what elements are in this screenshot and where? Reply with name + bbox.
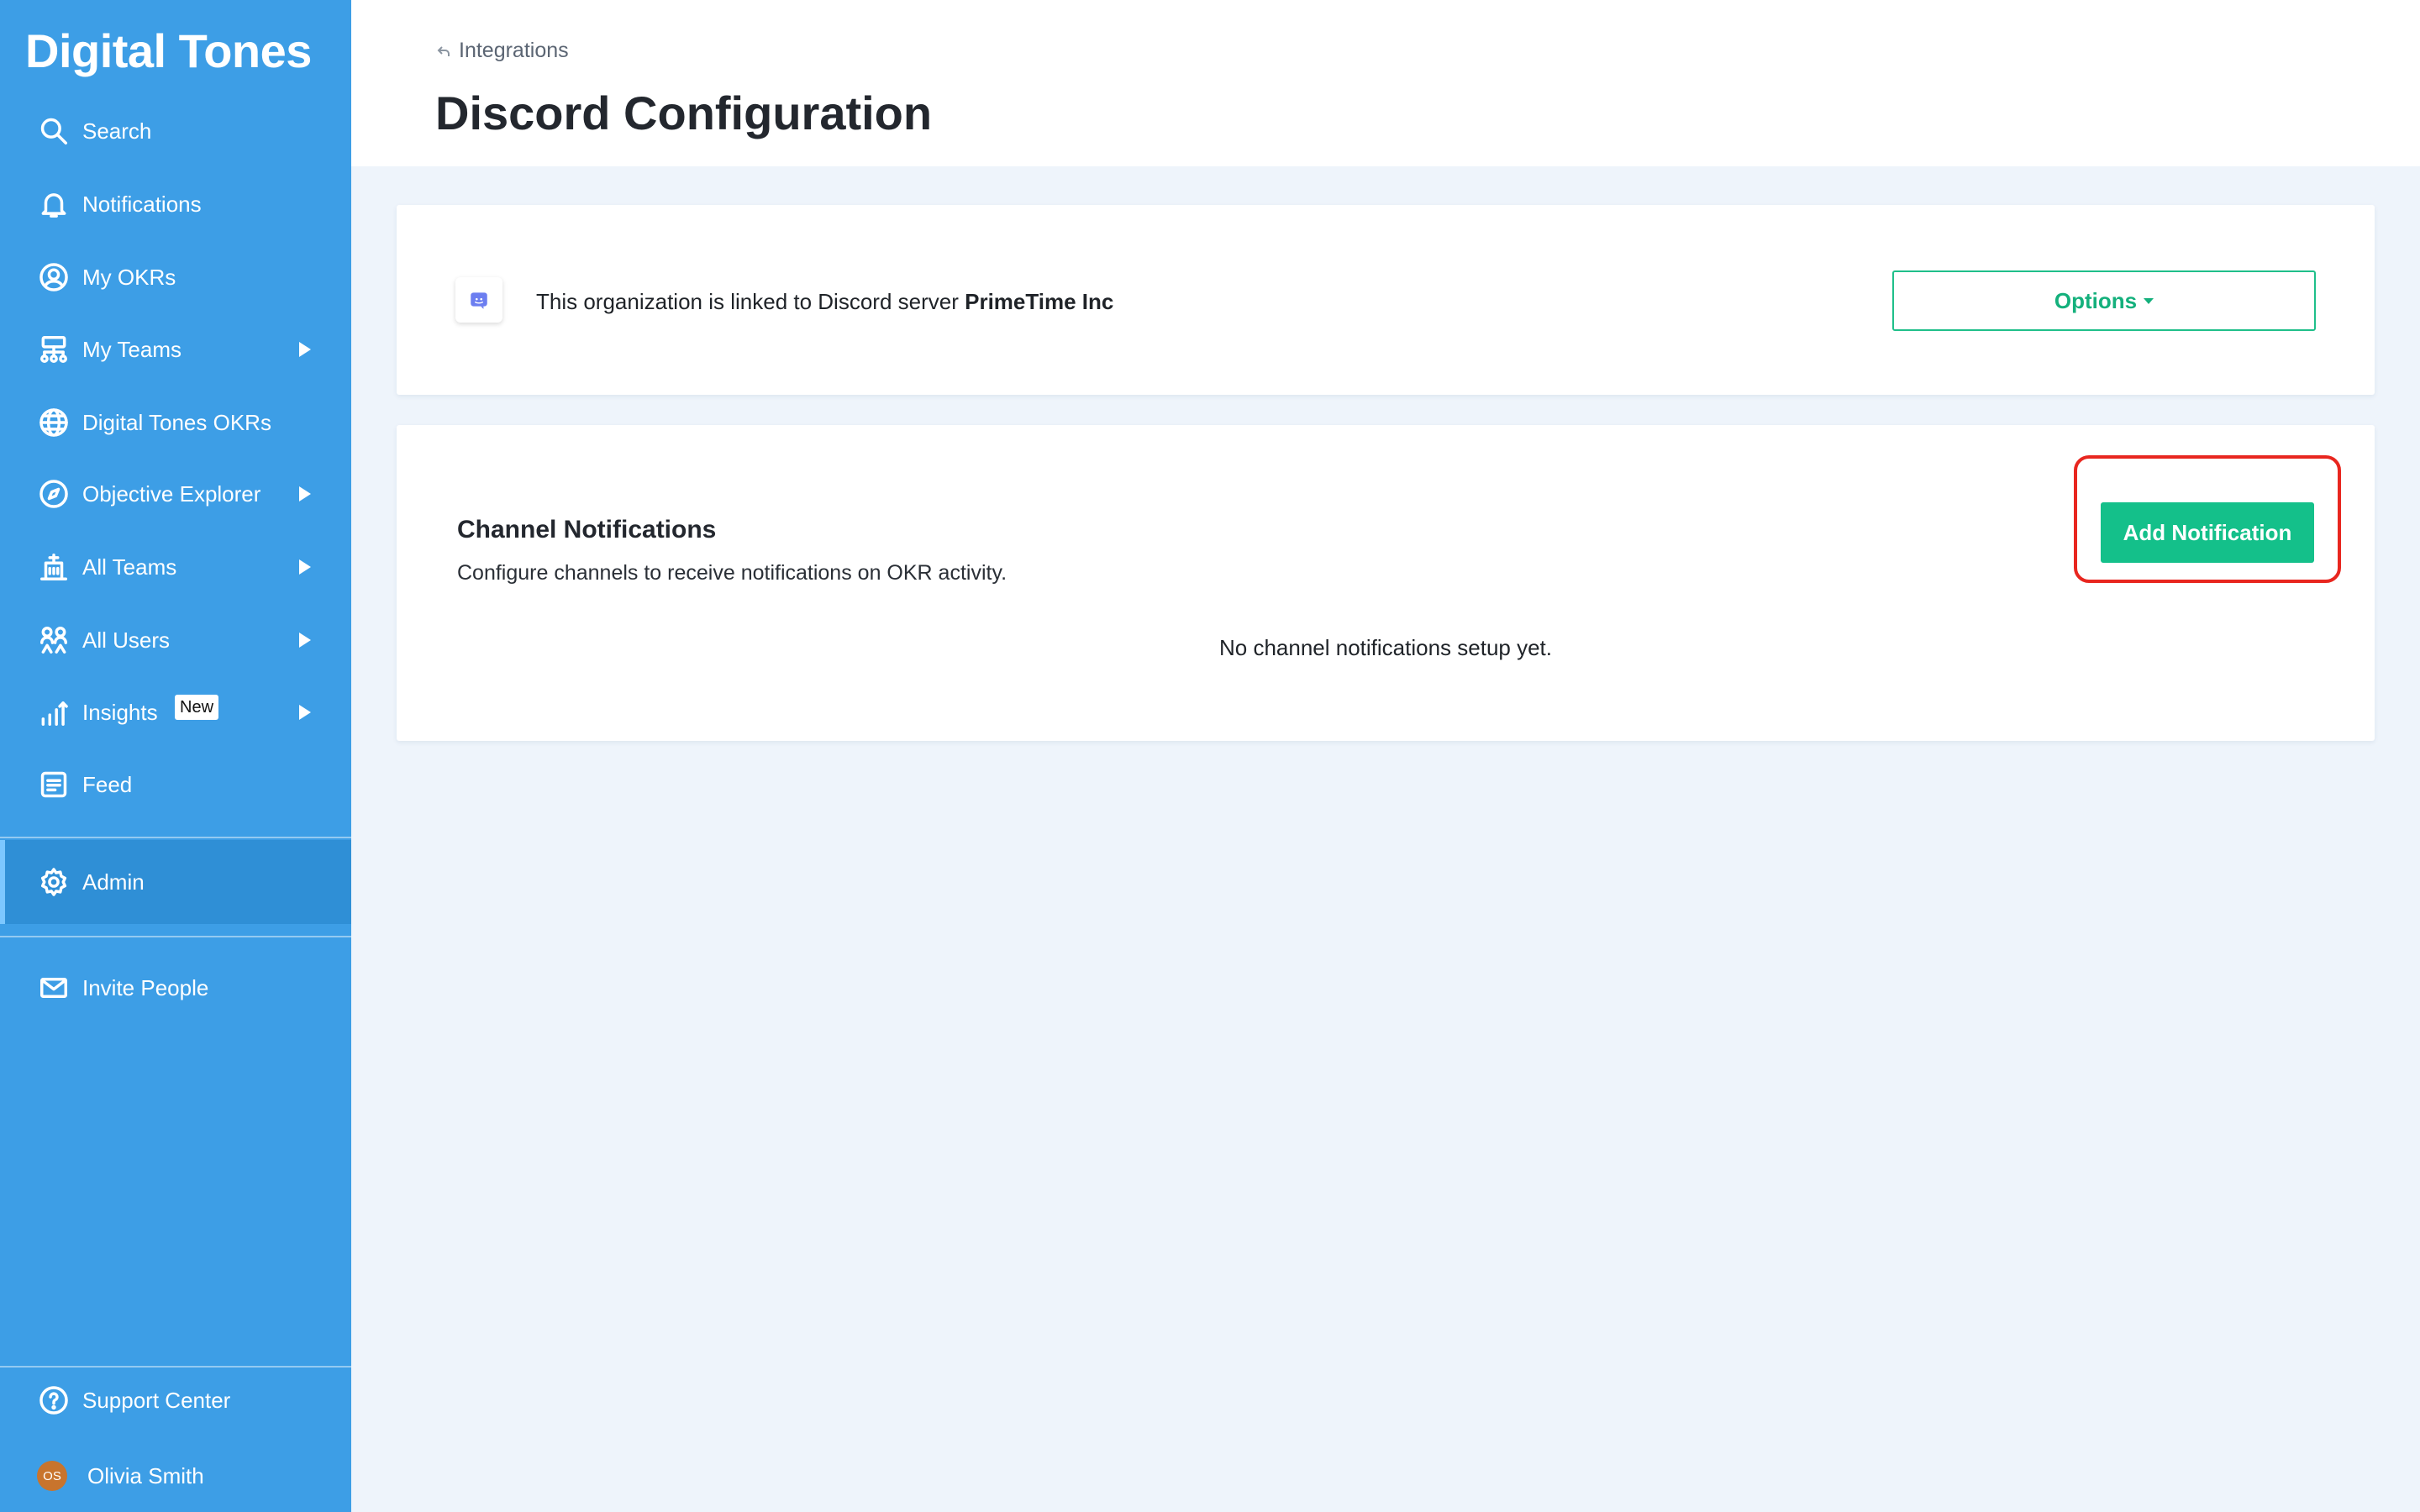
chevron-right-icon[interactable] [299, 633, 311, 648]
sidebar-item-label: My Teams [82, 336, 182, 362]
sidebar-item-search[interactable]: Search [0, 102, 351, 160]
sidebar-item-feed[interactable]: Feed [0, 755, 351, 814]
compass-icon [37, 477, 71, 511]
sidebar-item-label: Insights [82, 699, 158, 725]
page-header: Integrations Discord Configuration [351, 0, 2420, 166]
chevron-right-icon[interactable] [299, 705, 311, 720]
sidebar-item-label: Admin [82, 869, 145, 895]
page-title: Discord Configuration [435, 87, 933, 139]
sidebar-item-label: Objective Explorer [82, 480, 261, 507]
sidebar-item-admin[interactable]: Admin [0, 840, 351, 924]
sidebar: Digital Tones Search Notifications My OK… [0, 0, 351, 1512]
user-circle-icon [37, 260, 71, 294]
options-label: Options [2054, 287, 2138, 313]
sidebar-item-insights[interactable]: Insights New [0, 683, 351, 742]
options-dropdown-button[interactable]: Options [1892, 270, 2316, 331]
sidebar-divider [0, 837, 351, 838]
sidebar-item-label: Digital Tones OKRs [82, 409, 271, 435]
bell-icon [37, 187, 71, 221]
chevron-right-icon[interactable] [299, 559, 311, 575]
discord-server-name: PrimeTime Inc [965, 289, 1114, 314]
sidebar-item-all-users[interactable]: All Users [0, 611, 351, 669]
add-notification-button[interactable]: Add Notification [2101, 502, 2314, 563]
chevron-right-icon[interactable] [299, 486, 311, 501]
section-title: Channel Notifications [457, 516, 717, 543]
section-description: Configure channels to receive notificati… [457, 561, 1007, 585]
empty-state-message: No channel notifications setup yet. [1218, 635, 1553, 660]
globe-icon [37, 406, 71, 439]
sidebar-item-label: Feed [82, 771, 133, 797]
link-status-prefix: This organization is linked to Discord s… [536, 289, 965, 314]
building-icon [37, 550, 71, 584]
sidebar-item-company-okrs[interactable]: Digital Tones OKRs [0, 393, 351, 452]
feed-icon [37, 768, 71, 801]
sidebar-item-invite-people[interactable]: Invite People [0, 958, 351, 1017]
new-badge: New [175, 695, 219, 720]
sidebar-item-my-teams[interactable]: My Teams [0, 320, 351, 379]
sidebar-item-user-profile[interactable]: OS Olivia Smith [0, 1446, 351, 1505]
gear-icon [37, 865, 71, 899]
sidebar-item-all-teams[interactable]: All Teams [0, 538, 351, 596]
sidebar-item-label: Notifications [82, 191, 202, 217]
sidebar-divider [0, 936, 351, 937]
sidebar-item-notifications[interactable]: Notifications [0, 175, 351, 234]
sidebar-item-label: All Users [82, 627, 171, 653]
discord-link-card: This organization is linked to Discord s… [397, 205, 2375, 395]
sidebar-item-my-okrs[interactable]: My OKRs [0, 248, 351, 307]
sidebar-item-label: All Teams [82, 554, 177, 580]
breadcrumb-label: Integrations [459, 39, 569, 62]
org-chart-icon [37, 333, 71, 366]
user-name: Olivia Smith [87, 1462, 204, 1488]
breadcrumb[interactable]: Integrations [435, 39, 569, 63]
caret-down-icon [2144, 297, 2154, 304]
brand-logo[interactable]: Digital Tones [25, 24, 312, 78]
sidebar-item-support-center[interactable]: Support Center [0, 1371, 351, 1430]
sidebar-item-label: Support Center [82, 1387, 231, 1413]
discord-link-status: This organization is linked to Discord s… [536, 289, 1113, 315]
channel-notifications-card: Channel Notifications Configure channels… [397, 425, 2375, 741]
bar-chart-icon [37, 696, 71, 729]
sidebar-divider [0, 1366, 351, 1368]
discord-logo-icon [455, 277, 502, 323]
avatar: OS [37, 1461, 67, 1491]
help-circle-icon [37, 1383, 71, 1417]
sidebar-item-objective-explorer[interactable]: Objective Explorer [0, 465, 351, 523]
sidebar-item-label: Invite People [82, 974, 209, 1000]
envelope-icon [37, 971, 71, 1005]
chevron-right-icon[interactable] [299, 342, 311, 357]
search-icon [37, 114, 71, 148]
sidebar-item-label: My OKRs [82, 264, 176, 290]
back-arrow-icon [437, 45, 450, 56]
users-icon [37, 623, 71, 657]
sidebar-item-label: Search [82, 118, 152, 144]
